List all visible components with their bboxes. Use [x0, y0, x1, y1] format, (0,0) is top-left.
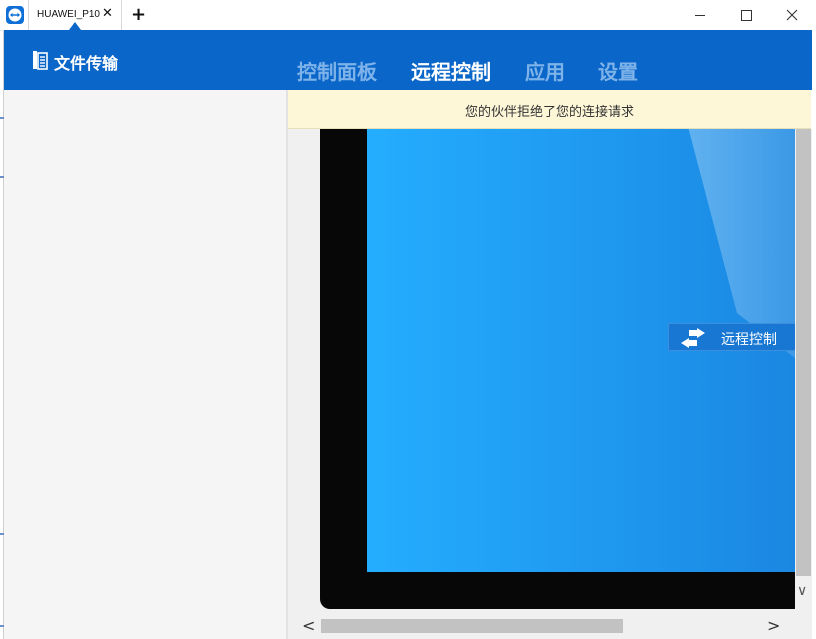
tab-apps[interactable]: 应用 — [525, 56, 565, 85]
main-header: 文件传输 控制面板 远程控制 应用 设置 — [4, 30, 812, 90]
teamviewer-icon[interactable] — [6, 6, 24, 24]
minimize-icon[interactable] — [677, 0, 723, 30]
right-window-edge — [812, 30, 816, 639]
notification-bar: 您的伙伴拒绝了您的连接请求 — [288, 90, 811, 129]
horizontal-scrollbar[interactable]: < > — [288, 614, 795, 639]
close-icon[interactable]: ✕ — [102, 6, 113, 22]
notification-text: 您的伙伴拒绝了您的连接请求 — [464, 105, 634, 120]
left-panel — [4, 90, 286, 639]
vertical-scrollbar[interactable]: ∨ — [795, 129, 812, 614]
title-bar: HUAWEI_P10 ✕ + — [0, 0, 816, 31]
vertical-scroll-thumb[interactable] — [796, 129, 811, 576]
device-frame: 远程控制 — [320, 129, 795, 609]
file-transfer-label: 文件传输 — [54, 54, 119, 73]
horizontal-scroll-thumb[interactable] — [321, 619, 623, 633]
window-close-icon[interactable] — [769, 0, 815, 30]
device-screen: 远程控制 — [367, 129, 795, 572]
tab-active-indicator — [69, 22, 81, 30]
remote-control-label: 远程控制 — [721, 332, 777, 348]
swap-arrows-icon — [677, 328, 709, 352]
scroll-down-icon[interactable]: ∨ — [797, 583, 807, 599]
tab-huawei-p10[interactable]: HUAWEI_P10 ✕ — [28, 0, 122, 30]
scroll-left-icon[interactable]: < — [302, 616, 315, 635]
scrollbar-corner — [795, 614, 812, 639]
maximize-icon[interactable] — [723, 0, 769, 30]
remote-control-button[interactable]: 远程控制 — [668, 323, 795, 351]
scroll-right-icon[interactable]: > — [767, 616, 780, 635]
tab-control-panel[interactable]: 控制面板 — [297, 56, 377, 85]
device-view: 远程控制 — [288, 129, 795, 614]
tab-settings[interactable]: 设置 — [598, 56, 638, 85]
tab-label: HUAWEI_P10 — [37, 9, 100, 20]
tab-remote-control[interactable]: 远程控制 — [411, 56, 491, 85]
file-transfer-icon — [32, 50, 48, 74]
plus-icon[interactable]: + — [131, 5, 146, 25]
